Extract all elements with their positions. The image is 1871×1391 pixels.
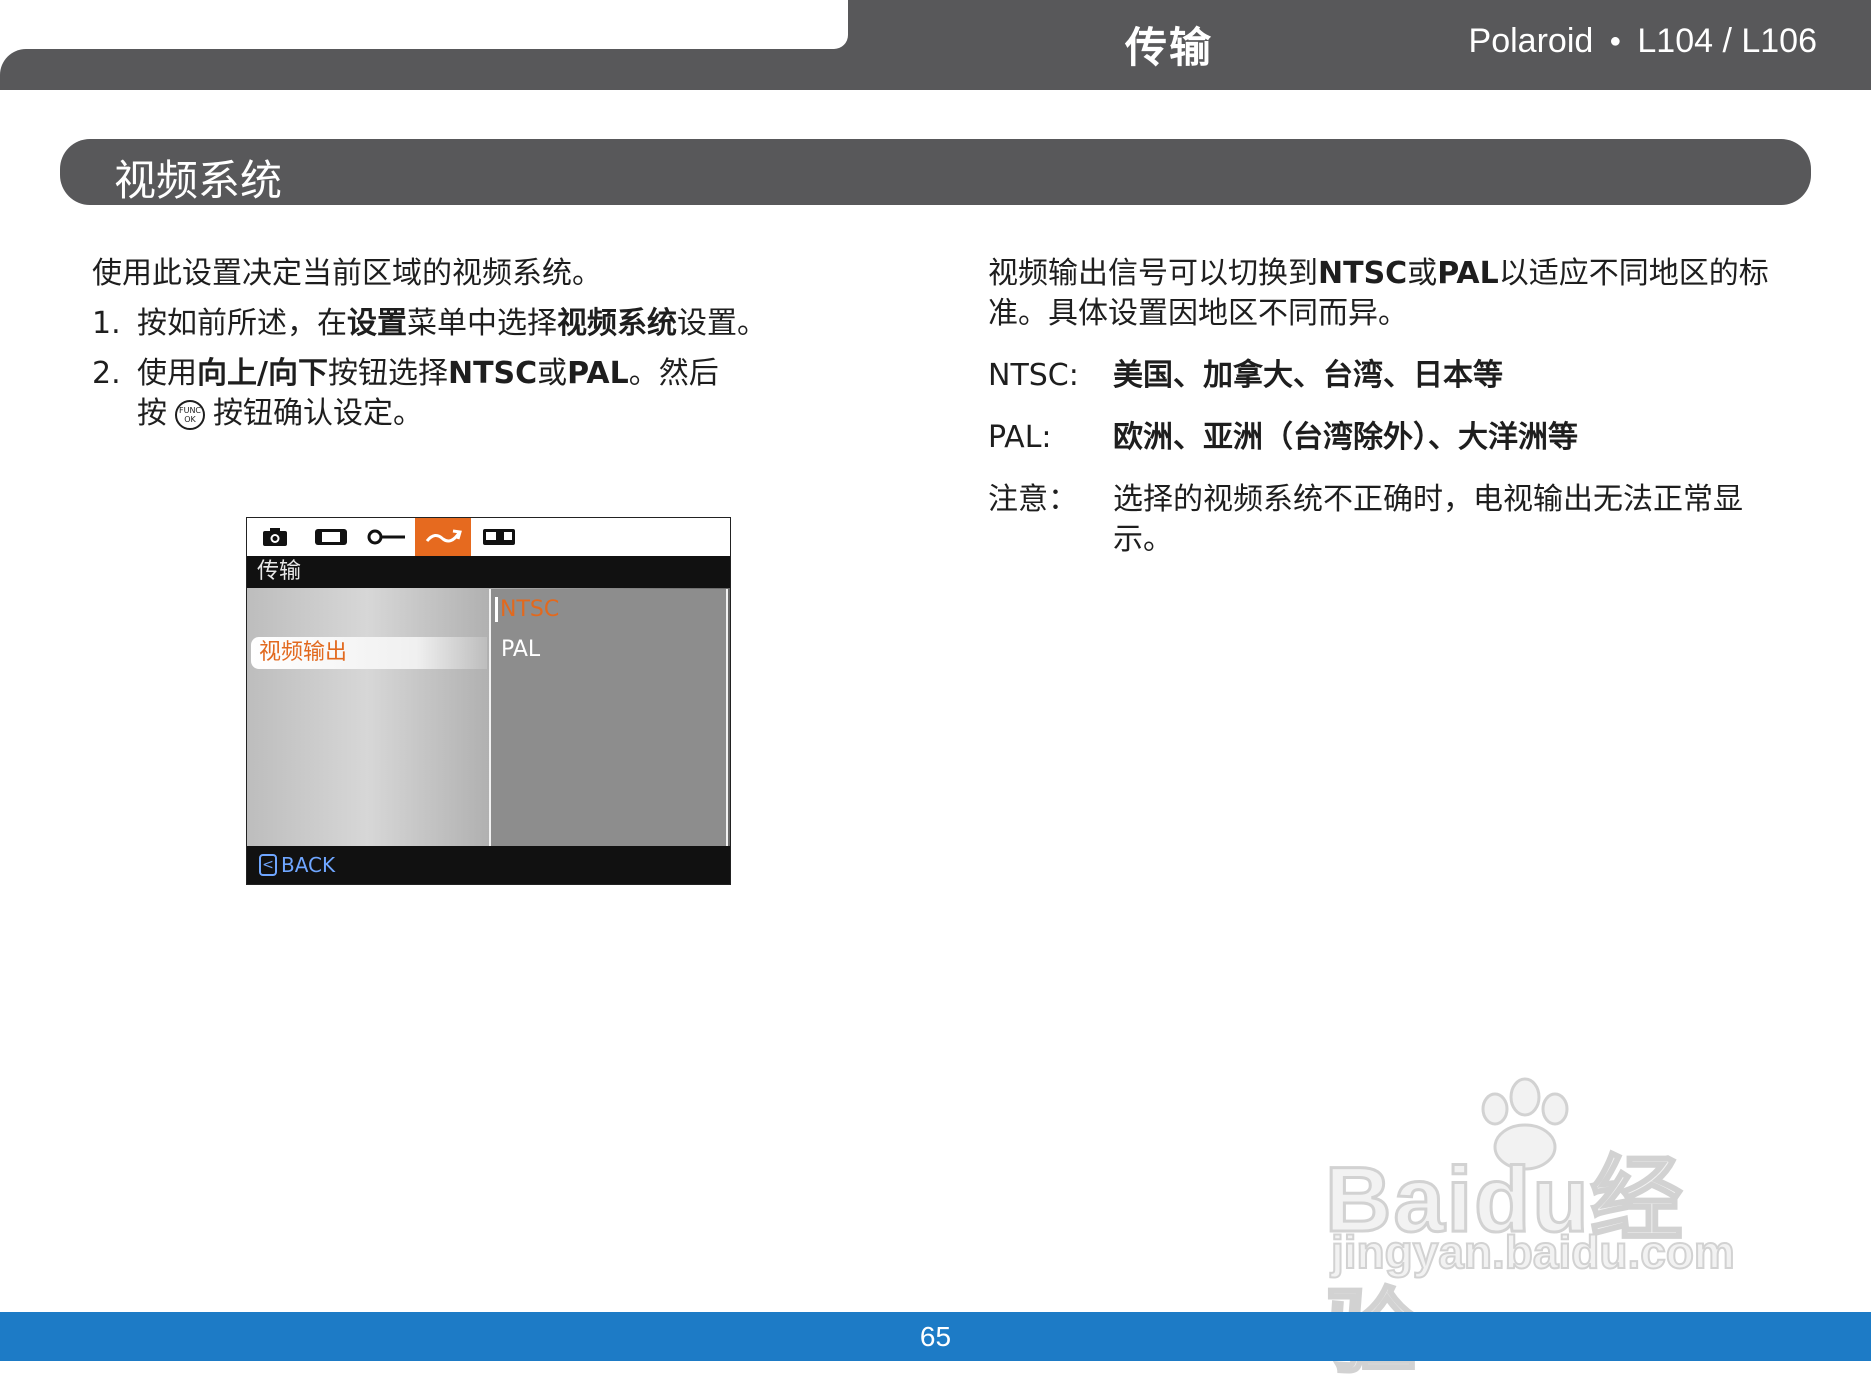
baidu-watermark: Baidu经验 jingyan.baidu.com	[1324, 1075, 1765, 1386]
intro-text: 使用此设置决定当前区域的视频系统。	[92, 256, 602, 291]
step-text-part: 按钮确认设定。	[213, 396, 423, 431]
ntsc-regions: 美国、加拿大、台湾、日本等	[1113, 358, 1503, 393]
ntsc-label: NTSC:	[988, 358, 1079, 393]
page-number: 65	[919, 1321, 952, 1352]
step-text-part: 或	[537, 356, 568, 391]
playback-icon	[471, 518, 527, 556]
desc-bold-part: NTSC	[1318, 256, 1408, 291]
right-column: 视频输出信号可以切换到NTSC或PAL以适应不同地区的标准。具体设置因地区不同而…	[988, 254, 1788, 560]
header-corner	[0, 49, 28, 90]
desc-part: 视频输出信号可以切换到	[988, 256, 1318, 291]
ok-icon-label: OK	[184, 414, 196, 424]
note-text: 选择的视频系统不正确时，电视输出无法正常显示。	[1113, 482, 1743, 557]
brand-name: Polaroid	[1468, 22, 1594, 60]
section-title: 视频系统	[114, 156, 283, 205]
pal-regions: 欧洲、亚洲（台湾除外）、大洋洲等	[1113, 420, 1578, 455]
step-bold-part: PAL	[567, 356, 629, 391]
step-1: 1. 按如前所述，在设置菜单中选择视频系统设置。	[92, 304, 812, 344]
func-ok-icon: FUNC OK	[175, 399, 205, 430]
back-label[interactable]: BACK	[281, 846, 335, 884]
key-icon	[359, 518, 415, 556]
func-icon-label: FUNC	[178, 405, 202, 415]
desc-bold-part: PAL	[1437, 256, 1499, 291]
step-text-part: 菜单中选择	[407, 306, 557, 341]
chapter-title: 传输	[1125, 23, 1214, 72]
desc-part: 或	[1407, 256, 1438, 291]
note-label: 注意：	[988, 482, 1078, 517]
step-text-part: 。然后	[628, 356, 719, 391]
header-tab-cutout	[0, 0, 848, 49]
model-name: L104 / L106	[1637, 22, 1817, 60]
option-ntsc[interactable]: NTSC	[495, 597, 559, 622]
back-bar: < BACK	[247, 846, 730, 884]
pal-row: PAL: 欧洲、亚洲（台湾除外）、大洋洲等	[988, 418, 1788, 458]
back-arrow-icon[interactable]: <	[259, 854, 277, 876]
step-text-part: 按如前所述，在	[137, 306, 347, 341]
watermark-url: jingyan.baidu.com	[1330, 1225, 1736, 1279]
left-column: 使用此设置决定当前区域的视频系统。 1. 按如前所述，在设置菜单中选择视频系统设…	[92, 254, 812, 444]
step-bold-part: NTSC	[447, 356, 538, 391]
step-text: 使用向上/向下按钮选择NTSC或PAL。然后按 FUNC OK 按钮确认设定。	[137, 354, 812, 434]
transfer-icon	[415, 518, 471, 556]
step-number: 2.	[92, 356, 121, 391]
step-text-part: 设置。	[677, 306, 767, 341]
camera-icon	[247, 518, 303, 556]
description-text: 视频输出信号可以切换到NTSC或PAL以适应不同地区的标准。具体设置因地区不同而…	[988, 254, 1788, 334]
step-bold-part: 向上/向下	[197, 356, 328, 391]
option-pal[interactable]: PAL	[501, 637, 540, 662]
step-bold-part: 视频系统	[557, 306, 677, 341]
submenu-panel: NTSC PAL	[489, 589, 728, 861]
bullet-icon: ●	[1609, 30, 1622, 52]
step-text: 按如前所述，在设置菜单中选择视频系统设置。	[137, 304, 812, 344]
film-icon	[303, 518, 359, 556]
step-2: 2. 使用向上/向下按钮选择NTSC或PAL。然后按 FUNC OK 按钮确认设定。	[92, 354, 812, 434]
page-footer: 65	[0, 1312, 1871, 1361]
menu-tab-bar	[247, 518, 730, 556]
step-text-part: 使用	[137, 356, 197, 391]
menu-item-video-output[interactable]: 视频输出	[251, 637, 487, 669]
step-text-part: 按	[137, 396, 167, 431]
screen-menu-title: 传输	[247, 556, 730, 588]
pal-label: PAL:	[988, 420, 1052, 455]
step-bold-part: 设置	[347, 306, 407, 341]
brand-model: Polaroid ● L104 / L106	[1469, 22, 1817, 61]
note-row: 注意： 选择的视频系统不正确时，电视输出无法正常显示。	[988, 480, 1788, 560]
camera-screen-illustration: 传输 视频输出 NTSC PAL < BACK	[246, 517, 731, 885]
step-text-part: 按钮选择	[327, 356, 448, 391]
ntsc-row: NTSC: 美国、加拿大、台湾、日本等	[988, 356, 1788, 396]
step-number: 1.	[92, 306, 121, 341]
section-bar: 视频系统	[60, 139, 1811, 205]
